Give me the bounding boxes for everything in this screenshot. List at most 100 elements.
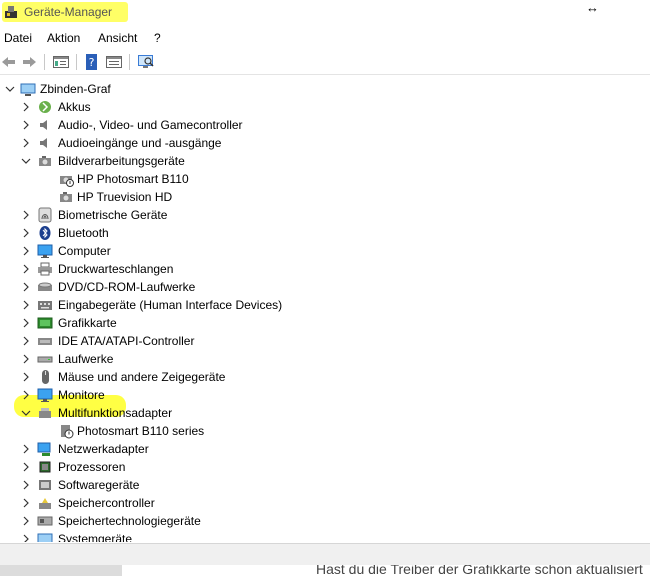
chevron-right-icon[interactable] [20,461,32,473]
tree-category[interactable]: Druckwarteschlangen [0,260,640,278]
tree-item-label: Audioeingänge und -ausgänge [58,136,222,150]
menu-help[interactable]: ? [154,31,161,45]
tree-category[interactable]: Akkus [0,98,640,116]
network-adapter-icon [37,441,53,457]
tree-item-label: Bluetooth [58,226,109,240]
chevron-right-icon[interactable] [20,101,32,113]
tree-item-label: HP Photosmart B110 [77,172,189,186]
printer-icon [37,261,53,277]
chevron-right-icon[interactable] [20,119,32,131]
tree-category[interactable]: Computer [0,242,640,260]
toolbar-separator [44,54,45,70]
back-arrow-icon[interactable] [0,53,18,71]
chevron-right-icon[interactable] [20,335,32,347]
background-panel [0,565,122,576]
svg-text:?: ? [89,56,95,69]
chevron-right-icon[interactable] [20,137,32,149]
tree-category[interactable]: Mäuse und andere Zeigegeräte [0,368,640,386]
tree-item-label: Prozessoren [58,460,126,474]
fingerprint-icon [37,207,53,223]
display-adapter-icon [37,315,53,331]
tree-category[interactable]: Bluetooth [0,224,640,242]
chevron-right-icon[interactable] [20,281,32,293]
tree-category[interactable]: Bildverarbeitungsgeräte [0,152,640,170]
chevron-right-icon[interactable] [20,389,32,401]
chevron-right-icon[interactable] [20,209,32,221]
chevron-right-icon[interactable] [20,317,32,329]
chevron-right-icon[interactable] [20,245,32,257]
tree-category[interactable]: Eingabegeräte (Human Interface Devices) [0,296,640,314]
speaker-icon [37,135,53,151]
tree-root[interactable]: Zbinden-Graf [0,80,640,98]
tree-category[interactable]: Audio-, Video- und Gamecontroller [0,116,640,134]
disk-drive-icon [37,351,53,367]
tree-child-item[interactable]: Photosmart B110 series [0,422,640,440]
speaker-icon [37,117,53,133]
storage-controller-icon [37,495,53,511]
tree-category[interactable]: Multifunktionsadapter [0,404,640,422]
tree-category[interactable]: Audioeingänge und -ausgänge [0,134,640,152]
menu-aktion[interactable]: Aktion [47,31,80,45]
tree-child-item[interactable]: HP Truevision HD [0,188,640,206]
chevron-right-icon[interactable] [20,443,32,455]
tree-category[interactable]: Biometrische Geräte [0,206,640,224]
tree-category[interactable]: Prozessoren [0,458,640,476]
tree-category[interactable]: DVD/CD-ROM-Laufwerke [0,278,640,296]
details-view-icon[interactable] [105,53,123,71]
tree-child-item[interactable]: HP Photosmart B110 [0,170,640,188]
chevron-right-icon[interactable] [20,371,32,383]
chevron-down-icon[interactable] [4,83,16,95]
tree-item-label: DVD/CD-ROM-Laufwerke [58,280,196,294]
chevron-right-icon[interactable] [20,533,32,542]
menu-bar: Datei Aktion Ansicht ? [0,28,650,48]
tree-category[interactable]: Netzwerkadapter [0,440,640,458]
tree-item-label: HP Truevision HD [77,190,173,204]
tree-category[interactable]: Laufwerke [0,350,640,368]
forward-arrow-icon[interactable] [20,53,38,71]
menu-ansicht[interactable]: Ansicht [98,31,137,45]
tree-category[interactable]: Speichertechnologiegeräte [0,512,640,530]
tree-item-label: Computer [58,244,111,258]
chevron-right-icon[interactable] [20,515,32,527]
menu-datei[interactable]: Datei [4,31,32,45]
ide-controller-icon [37,333,53,349]
tree-root-label: Zbinden-Graf [40,82,111,96]
bluetooth-icon [37,225,53,241]
keyboard-icon [37,297,53,313]
tree-item-label: Multifunktionsadapter [58,406,173,420]
chevron-right-icon[interactable] [20,263,32,275]
tree-item-label: IDE ATA/ATAPI-Controller [58,334,195,348]
chevron-right-icon[interactable] [20,227,32,239]
tree-category[interactable]: Speichercontroller [0,494,640,512]
tree-category[interactable]: Softwaregeräte [0,476,640,494]
chevron-right-icon[interactable] [20,479,32,491]
tree-item-label: Bildverarbeitungsgeräte [58,154,185,168]
chevron-right-icon[interactable] [20,497,32,509]
battery-icon [37,99,53,115]
computer-icon [20,81,36,97]
monitor-icon [37,387,53,403]
resize-cursor-icon: ↔ [586,0,599,15]
chevron-right-icon[interactable] [20,353,32,365]
tree-category[interactable]: IDE ATA/ATAPI-Controller [0,332,640,350]
monitor-icon [37,243,53,259]
toolbar-separator [129,54,130,70]
software-device-icon [37,477,53,493]
tree-category[interactable]: Monitore [0,386,640,404]
tree-category[interactable]: Grafikkarte [0,314,640,332]
tree-item-label: Mäuse und andere Zeigegeräte [58,370,226,384]
tree-item-label: Eingabegeräte (Human Interface Devices) [58,298,283,312]
chevron-down-icon[interactable] [20,407,32,419]
chevron-right-icon[interactable] [20,299,32,311]
status-bar [0,543,650,566]
scan-hardware-icon[interactable] [137,53,155,71]
tree-category[interactable]: Systemgeräte [0,530,640,542]
help-icon[interactable]: ? [83,53,101,71]
properties-view-icon[interactable] [52,53,70,71]
tree-item-label: Systemgeräte [58,532,133,542]
processor-icon [37,459,53,475]
tree-item-label: Netzwerkadapter [58,442,149,456]
tree-item-label: Monitore [58,388,105,402]
chevron-down-icon[interactable] [20,155,32,167]
device-warning-icon [58,423,74,439]
